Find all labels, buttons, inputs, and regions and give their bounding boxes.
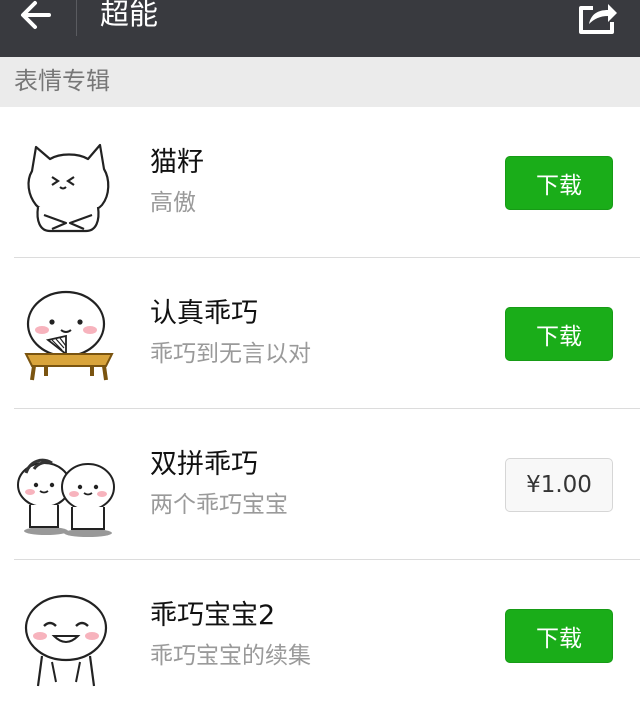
- item-description: 乖巧到无言以对: [150, 341, 311, 367]
- twins-sticker-icon: [16, 435, 120, 539]
- item-name: 认真乖巧: [150, 298, 258, 329]
- price-button[interactable]: ¥1.00: [505, 458, 613, 512]
- download-button[interactable]: 下载: [505, 156, 613, 210]
- item-name: 乖巧宝宝2: [150, 600, 276, 631]
- arrow-left-icon: [21, 1, 51, 29]
- item-description: 两个乖巧宝宝: [150, 492, 288, 518]
- share-icon: [579, 4, 617, 34]
- item-description: 乖巧宝宝的续集: [150, 643, 311, 669]
- header-divider: [76, 0, 77, 36]
- back-button[interactable]: [14, 0, 58, 30]
- cat-sticker-icon: [16, 133, 120, 237]
- item-description: 高傲: [150, 190, 196, 216]
- list-item[interactable]: 认真乖巧 乖巧到无言以对 下载: [0, 258, 640, 409]
- baby-sticker-icon: [16, 586, 120, 690]
- top-navigation-bar: 超能: [0, 0, 640, 57]
- download-button[interactable]: 下载: [505, 609, 613, 663]
- list-item[interactable]: 双拼乖巧 两个乖巧宝宝 ¥1.00: [0, 409, 640, 560]
- download-button[interactable]: 下载: [505, 307, 613, 361]
- section-header: 表情专辑: [0, 57, 640, 107]
- item-name: 猫籽: [150, 147, 204, 178]
- item-name: 双拼乖巧: [150, 449, 258, 480]
- fan-sticker-icon: [16, 284, 120, 388]
- share-button[interactable]: [574, 0, 620, 34]
- list-item[interactable]: 乖巧宝宝2 乖巧宝宝的续集 下载: [0, 560, 640, 711]
- page-title: 超能: [100, 0, 159, 31]
- section-title: 表情专辑: [14, 67, 110, 95]
- sticker-album-list: 猫籽 高傲 下载 认真乖巧 乖巧到无言以对 下载 双拼乖巧 两个乖巧宝宝 ¥1.…: [0, 107, 640, 711]
- list-item[interactable]: 猫籽 高傲 下载: [0, 107, 640, 258]
